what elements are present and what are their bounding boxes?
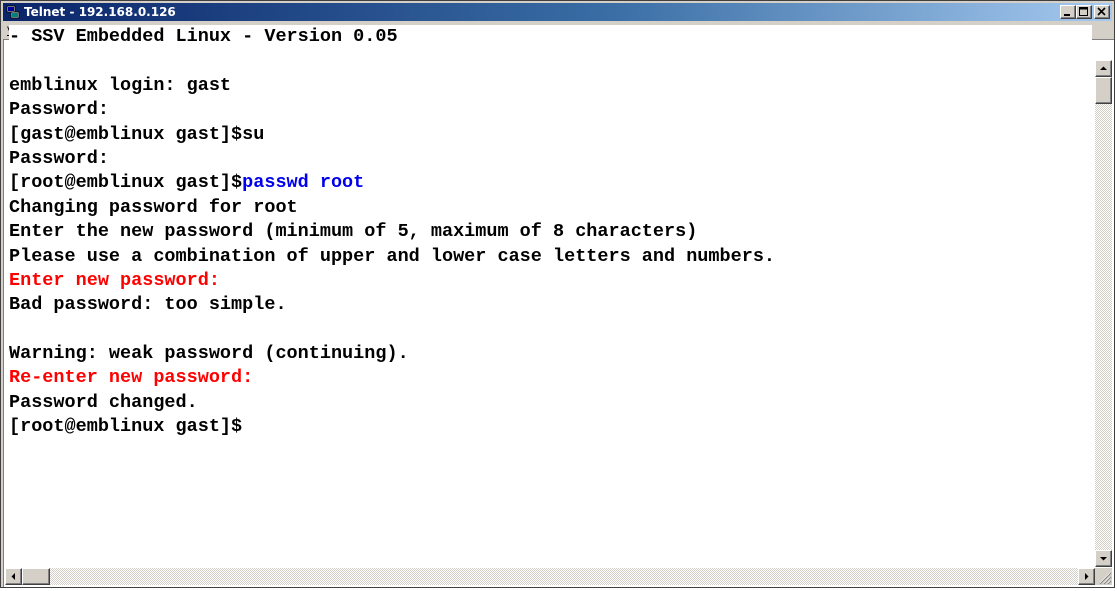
password-prompt-text: Re-enter new password:	[9, 367, 254, 389]
terminal-line: [root@emblinux gast]$	[9, 415, 1092, 439]
terminal-text: Password changed.	[9, 391, 198, 413]
scroll-left-button[interactable]	[5, 568, 22, 585]
title-bar[interactable]: Telnet - 192.168.0.126	[3, 3, 1112, 21]
terminal-line: Password changed.	[9, 391, 1092, 415]
scroll-up-arrow-icon	[1096, 61, 1111, 76]
horizontal-scroll-thumb[interactable]	[22, 568, 50, 585]
telnet-app-icon[interactable]	[6, 5, 20, 19]
maximize-icon	[1077, 6, 1091, 18]
window-title: Telnet - 192.168.0.126	[24, 5, 176, 19]
minimize-icon	[1061, 6, 1075, 18]
terminal-line: Re-enter new password:	[9, 366, 1092, 390]
terminal-text: [root@emblinux gast]$	[9, 172, 243, 194]
terminal-text: Password:	[9, 99, 109, 121]
scroll-right-arrow-icon	[1079, 569, 1094, 584]
terminal-line: Warning: weak password (continuing).	[9, 342, 1092, 366]
scroll-down-arrow-icon	[1096, 551, 1111, 566]
terminal-line: [root@emblinux gast]$passwd root	[9, 171, 1092, 195]
telnet-window: Telnet - 192.168.0.126 Verbinden Bearbei…	[0, 0, 1115, 588]
terminal-text: Changing password for root	[9, 196, 298, 218]
terminal-text: Password:	[9, 147, 109, 169]
horizontal-scroll-track[interactable]	[5, 568, 1095, 585]
scroll-left-arrow-icon	[6, 569, 21, 584]
scroll-down-button[interactable]	[1095, 550, 1112, 567]
password-prompt-text: Enter new password:	[9, 269, 220, 291]
minimize-button[interactable]	[1060, 5, 1076, 19]
terminal-line: Enter new password:	[9, 269, 1092, 293]
terminal-line: Enter the new password (minimum of 5, ma…	[9, 220, 1092, 244]
terminal-text: [root@emblinux gast]$	[9, 416, 243, 438]
resize-grip-icon	[1095, 568, 1112, 585]
window-controls	[1060, 5, 1110, 19]
horizontal-scrollbar[interactable]	[5, 568, 1095, 585]
terminal-line: Password:	[9, 147, 1092, 171]
close-icon	[1095, 6, 1109, 18]
terminal-text: [gast@emblinux gast]$su	[9, 123, 265, 145]
terminal-line: emblinux login: gast	[9, 74, 1092, 98]
terminal-text: - SSV Embedded Linux - Version 0.05	[9, 26, 398, 47]
close-button[interactable]	[1094, 5, 1110, 19]
terminal-line: Password:	[9, 98, 1092, 122]
vertical-scrollbar[interactable]	[1095, 60, 1112, 591]
terminal-text: emblinux login: gast	[9, 74, 232, 96]
vertical-scroll-track[interactable]	[1095, 60, 1112, 567]
terminal-line: Please use a combination of upper and lo…	[9, 245, 1092, 269]
vertical-scroll-thumb[interactable]	[1095, 77, 1112, 104]
terminal-line: Bad password: too simple.	[9, 293, 1092, 317]
resize-grip[interactable]	[1095, 568, 1112, 585]
scroll-right-button[interactable]	[1078, 568, 1095, 585]
terminal-line: - SSV Embedded Linux - Version 0.05	[9, 25, 1092, 49]
maximize-button[interactable]	[1076, 5, 1092, 19]
terminal-line: [gast@emblinux gast]$su	[9, 123, 1092, 147]
terminal-text: Warning: weak password (continuing).	[9, 343, 409, 365]
terminal-text: Please use a combination of upper and lo…	[9, 245, 776, 267]
command-text: passwd root	[242, 172, 365, 194]
terminal-line: Changing password for root	[9, 196, 1092, 220]
terminal-output[interactable]: - SSV Embedded Linux - Version 0.05 embli…	[9, 25, 1092, 565]
scroll-up-button[interactable]	[1095, 60, 1112, 77]
terminal-text: Bad password: too simple.	[9, 294, 287, 316]
terminal-text: Enter the new password (minimum of 5, ma…	[9, 221, 698, 243]
